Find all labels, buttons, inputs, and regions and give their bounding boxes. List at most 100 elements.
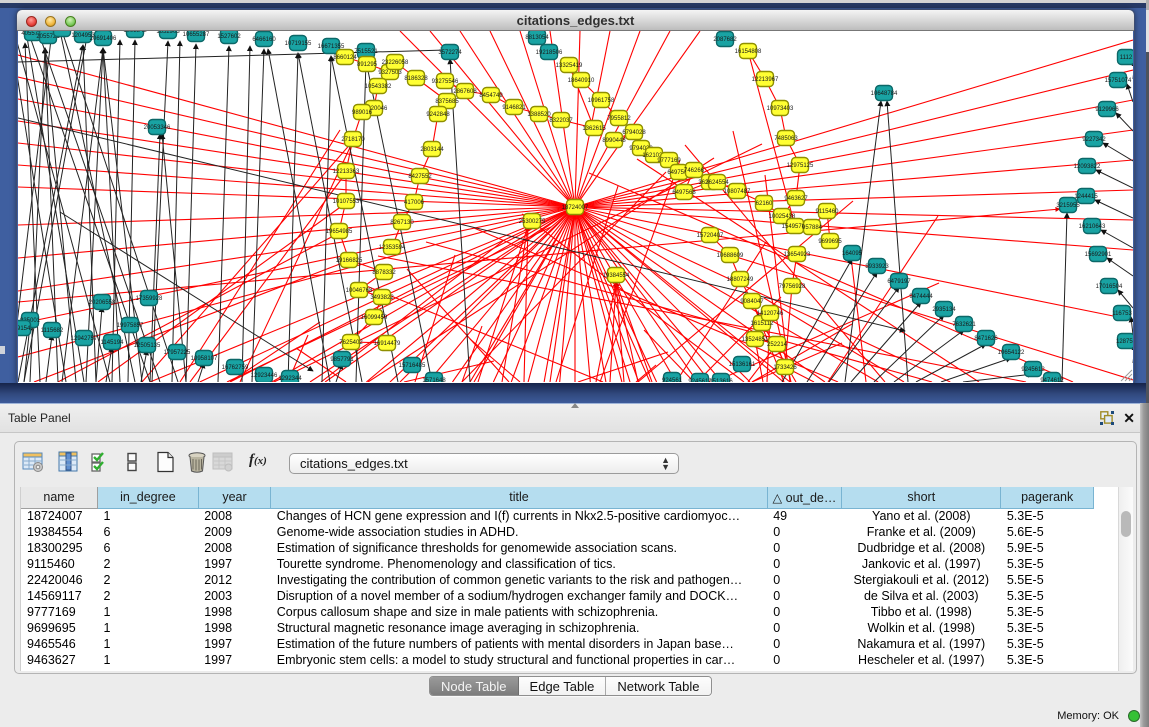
svg-text:13524851: 13524851 (742, 337, 769, 343)
svg-text:1388520: 1388520 (527, 112, 551, 118)
svg-text:1093842: 1093842 (123, 31, 147, 34)
svg-text:19975857: 19975857 (117, 323, 144, 329)
svg-text:10688609: 10688609 (717, 253, 744, 259)
svg-text:20206558: 20206558 (89, 300, 116, 306)
svg-text:9245612: 9245612 (1021, 367, 1045, 373)
svg-text:3624554: 3624554 (705, 180, 729, 186)
svg-text:2718170: 2718170 (341, 137, 365, 143)
svg-text:8427552: 8427552 (408, 174, 432, 180)
svg-text:746266: 746266 (684, 168, 705, 174)
svg-text:9777169: 9777169 (657, 158, 681, 164)
svg-text:10655287: 10655287 (183, 32, 210, 38)
svg-text:116753: 116753 (1112, 311, 1132, 317)
svg-text:2867608: 2867608 (453, 89, 477, 95)
svg-text:9245612: 9245612 (688, 379, 712, 382)
svg-text:164095: 164095 (842, 251, 863, 257)
svg-text:3215955: 3215955 (1056, 203, 1080, 209)
svg-text:3493822: 3493822 (370, 295, 394, 301)
svg-text:8267130: 8267130 (390, 220, 414, 226)
svg-text:16099459: 16099459 (361, 315, 388, 321)
svg-text:8471626: 8471626 (974, 336, 998, 342)
svg-text:10961758: 10961758 (588, 98, 615, 104)
svg-text:79756928: 79756928 (779, 284, 806, 290)
svg-text:2935134: 2935134 (932, 307, 956, 313)
svg-text:18640910: 18640910 (568, 78, 595, 84)
svg-text:8990448: 8990448 (602, 138, 626, 144)
svg-text:15136161: 15136161 (729, 362, 756, 368)
svg-text:12213967: 12213967 (752, 77, 779, 83)
svg-text:9327503: 9327503 (378, 70, 402, 76)
svg-text:12353594: 12353594 (379, 245, 406, 251)
svg-text:10543382: 10543382 (365, 84, 392, 90)
svg-text:417006: 417006 (404, 200, 425, 206)
svg-text:93275546: 93275546 (432, 79, 459, 85)
svg-text:924561: 924561 (662, 378, 683, 382)
svg-text:18724007: 18724007 (562, 205, 589, 211)
svg-text:15692901: 15692901 (1085, 252, 1112, 258)
svg-text:9146821: 9146821 (502, 105, 526, 111)
svg-text:15716485: 15716485 (399, 363, 426, 369)
svg-text:8813054: 8813054 (525, 35, 549, 41)
svg-text:1112: 1112 (1120, 55, 1133, 61)
svg-text:17359928: 17359928 (136, 296, 163, 302)
svg-text:9242848: 9242848 (426, 112, 450, 118)
svg-text:9227342: 9227342 (1082, 137, 1106, 143)
svg-text:7485063: 7485063 (774, 136, 798, 142)
svg-text:8454749: 8454749 (479, 93, 503, 99)
svg-text:9084047: 9084047 (740, 299, 764, 305)
svg-text:10973403: 10973403 (767, 106, 794, 112)
svg-text:19654985: 19654985 (326, 229, 353, 235)
svg-text:18807249: 18807249 (727, 277, 754, 283)
svg-text:9115460: 9115460 (816, 209, 840, 215)
svg-text:10807487: 10807487 (724, 189, 751, 195)
svg-text:7515521: 7515521 (354, 49, 378, 55)
svg-text:19384554: 19384554 (603, 273, 630, 279)
svg-text:12975125: 12975125 (787, 163, 814, 169)
svg-text:1513616: 1513616 (709, 379, 733, 382)
svg-text:1652903: 1652903 (156, 31, 180, 35)
svg-text:9474444: 9474444 (909, 294, 933, 300)
svg-text:8322037: 8322037 (549, 118, 573, 124)
svg-text:10648784: 10648784 (871, 91, 898, 97)
svg-text:25300275: 25300275 (519, 219, 546, 225)
svg-text:1527602: 1527602 (217, 34, 241, 40)
svg-text:1571648: 1571648 (422, 378, 446, 382)
svg-text:23226058: 23226058 (382, 60, 409, 66)
svg-text:6466160: 6466160 (252, 37, 276, 43)
svg-text:10046768: 10046768 (346, 288, 373, 294)
svg-text:13654923: 13654923 (784, 252, 811, 258)
svg-text:7632621: 7632621 (952, 322, 976, 328)
svg-text:20691406: 20691406 (90, 36, 117, 42)
svg-text:16210643: 16210643 (1079, 224, 1106, 230)
svg-text:8186328: 8186328 (404, 76, 428, 82)
svg-text:6479197: 6479197 (887, 279, 911, 285)
svg-text:3572274: 3572274 (438, 50, 462, 56)
svg-text:15751074: 15751074 (1105, 78, 1132, 84)
svg-text:7955812: 7955812 (607, 116, 631, 122)
svg-text:15720407: 15720407 (697, 233, 724, 239)
svg-text:7625402: 7625402 (339, 340, 363, 346)
svg-text:10719155: 10719155 (285, 41, 312, 47)
svg-text:10107553: 10107553 (333, 199, 360, 205)
svg-text:12505135: 12505135 (134, 343, 161, 349)
svg-text:9474612: 9474612 (1040, 378, 1064, 382)
svg-text:12213363: 12213363 (333, 169, 360, 175)
svg-text:19218506: 19218506 (536, 50, 563, 56)
svg-text:16762759: 16762759 (222, 365, 249, 371)
svg-text:1145194: 1145194 (101, 340, 125, 346)
svg-text:8375685: 8375685 (435, 99, 459, 105)
svg-text:10654122: 10654122 (998, 350, 1025, 356)
svg-text:6794028: 6794028 (622, 130, 646, 136)
svg-text:989016: 989016 (352, 110, 373, 116)
svg-text:10958107: 10958107 (191, 356, 218, 362)
svg-text:19166825: 19166825 (336, 258, 363, 264)
svg-text:252214: 252214 (767, 342, 788, 348)
svg-text:957884: 957884 (802, 225, 823, 231)
svg-text:1244415: 1244415 (1074, 194, 1098, 200)
svg-text:13325419: 13325419 (556, 63, 583, 69)
svg-text:62160: 62160 (756, 201, 773, 207)
svg-text:20053346: 20053346 (144, 125, 171, 131)
svg-text:12942757: 12942757 (71, 336, 98, 342)
svg-text:1292344: 1292344 (278, 376, 302, 382)
svg-text:1733426: 1733426 (773, 365, 797, 371)
